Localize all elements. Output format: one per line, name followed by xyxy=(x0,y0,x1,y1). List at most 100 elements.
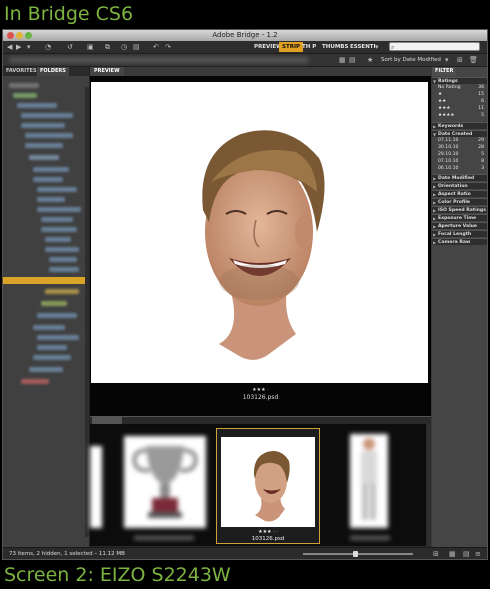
open-recent-icon[interactable]: ◷ xyxy=(121,43,127,51)
tree-item[interactable] xyxy=(49,257,77,262)
tree-item[interactable] xyxy=(33,167,69,172)
tree-item[interactable] xyxy=(33,177,63,182)
tree-item[interactable] xyxy=(41,217,73,222)
rotate-icon[interactable]: ↺ xyxy=(67,43,73,51)
filter-row[interactable]: No Rating 36 xyxy=(432,85,487,91)
tree-item[interactable] xyxy=(21,379,49,384)
tree-item[interactable] xyxy=(37,313,77,318)
filter-header-aspect-ratio[interactable]: ▶ Aspect Ratio xyxy=(432,190,487,197)
thumbnail-selected[interactable]: ★★★ · · 103126.psd xyxy=(216,428,320,544)
tab-content[interactable] xyxy=(92,417,122,424)
view-grid-icon[interactable]: ▦ xyxy=(449,548,456,559)
collapse-triangle-icon: ▶ xyxy=(433,184,437,189)
search-input[interactable]: ⌕ xyxy=(389,42,480,51)
breadcrumb[interactable] xyxy=(9,57,309,63)
tree-item[interactable] xyxy=(25,133,73,138)
filter-header-exposure-time[interactable]: ▶ Exposure Time xyxy=(432,214,487,221)
reveal-icon[interactable]: ◔ xyxy=(45,43,51,51)
filter-header-keywords[interactable]: ▶ Keywords xyxy=(432,122,487,129)
filter-header-orientation[interactable]: ▶ Orientation xyxy=(432,182,487,189)
collapse-triangle-icon: ▶ xyxy=(433,124,437,129)
tab-folders[interactable]: FOLDERS xyxy=(37,67,69,76)
thumbnail[interactable] xyxy=(90,428,104,544)
favorite-star-icon[interactable]: ★ xyxy=(367,54,373,66)
new-folder-icon[interactable]: ⊞ xyxy=(457,54,463,66)
filter-header-date-created[interactable]: ▼ Date Created xyxy=(432,130,487,137)
tree-item[interactable] xyxy=(9,83,39,88)
workspace-menu-icon[interactable]: ▾ xyxy=(375,43,379,51)
thumbnail[interactable] xyxy=(326,428,410,544)
filter-row[interactable]: ★★★★ 5 xyxy=(432,113,487,119)
filter-header-camera-raw[interactable]: ▶ Camera Raw xyxy=(432,238,487,245)
workspace-essentials[interactable]: ESSENTI xyxy=(347,42,379,52)
refine-icon[interactable]: ⧉ xyxy=(105,43,110,51)
tree-item[interactable] xyxy=(33,355,71,360)
tree-item[interactable] xyxy=(45,247,79,252)
tree-item[interactable] xyxy=(29,367,63,372)
tree-item[interactable] xyxy=(17,103,57,108)
filter-header-focal-length[interactable]: ▶ Focal Length xyxy=(432,230,487,237)
filter-row[interactable]: ★★ 6 xyxy=(432,99,487,105)
collapse-triangle-icon: ▶ xyxy=(433,232,437,237)
filter-header-color-profile[interactable]: ▶ Color Profile xyxy=(432,198,487,205)
view-grid-icon[interactable]: ▦ xyxy=(339,54,346,66)
tree-item[interactable] xyxy=(37,345,67,350)
back-arrow-icon[interactable]: ◀ xyxy=(7,43,12,51)
chevron-down-icon[interactable]: ▾ xyxy=(27,43,31,51)
output-icon[interactable]: ▤ xyxy=(133,43,140,51)
forward-arrow-icon[interactable]: ▶ xyxy=(16,43,21,51)
filter-header-ratings[interactable]: ▼ Ratings xyxy=(432,77,487,84)
collapse-triangle-icon: ▶ xyxy=(433,208,437,213)
tab-filter[interactable]: FILTER xyxy=(432,67,457,76)
tree-item[interactable] xyxy=(45,237,71,242)
folder-tree[interactable] xyxy=(3,77,89,547)
lock-icon[interactable]: ⊞ xyxy=(433,548,439,559)
filter-header-aperture-value[interactable]: ▶ Aperture Value xyxy=(432,222,487,229)
tree-item[interactable] xyxy=(37,335,79,340)
tree-item[interactable] xyxy=(37,187,77,192)
tab-favorites[interactable]: FAVORITES xyxy=(3,67,40,76)
tree-item[interactable] xyxy=(29,155,59,160)
preview-rating[interactable]: ★★★ · xyxy=(90,387,431,394)
tree-item[interactable] xyxy=(49,267,79,272)
filter-row[interactable]: 30.10.10 28 xyxy=(432,145,487,151)
tree-item[interactable] xyxy=(21,123,65,128)
sort-order-icon[interactable]: ▾ xyxy=(445,54,449,66)
trophy-image xyxy=(124,436,206,528)
tree-item[interactable] xyxy=(33,325,65,330)
filter-row[interactable]: 07.10.10 8 xyxy=(432,159,487,165)
redo-icon[interactable]: ↷ xyxy=(165,43,171,51)
filter-row[interactable]: 29.10.10 5 xyxy=(432,152,487,158)
strip-scrollbar[interactable] xyxy=(426,424,431,547)
slider-handle[interactable] xyxy=(353,551,358,557)
workspace-thp[interactable]: TH P xyxy=(299,42,319,52)
trash-icon[interactable]: 🗑 xyxy=(469,54,478,66)
tree-item[interactable] xyxy=(41,301,67,306)
tree-item[interactable] xyxy=(13,93,37,98)
view-list-icon[interactable]: ▤ xyxy=(349,54,356,66)
tree-item[interactable] xyxy=(37,197,65,202)
tree-item-selected[interactable] xyxy=(3,277,87,284)
thumbnail[interactable] xyxy=(110,428,228,544)
thumbnail-rating[interactable]: ★★★ · · xyxy=(217,529,319,535)
tree-item[interactable] xyxy=(45,289,79,294)
tree-item[interactable] xyxy=(37,207,81,212)
tree-item[interactable] xyxy=(21,113,73,118)
undo-icon[interactable]: ↶ xyxy=(153,43,159,51)
thumbnail-size-slider[interactable] xyxy=(303,553,413,555)
filter-row[interactable]: 06.10.10 3 xyxy=(432,166,487,172)
filter-row[interactable]: ★ 15 xyxy=(432,92,487,98)
view-list-icon[interactable]: ≡ xyxy=(475,548,481,559)
view-details-icon[interactable]: ▤ xyxy=(463,548,470,559)
filter-header-date-modified[interactable]: ▶ Date Modified xyxy=(432,174,487,181)
preview-image[interactable] xyxy=(91,82,428,383)
camera-icon[interactable]: ▣ xyxy=(87,43,94,51)
sort-menu[interactable]: Sort by Date Modified xyxy=(381,54,441,66)
tree-item[interactable] xyxy=(25,143,63,148)
tree-item[interactable] xyxy=(41,227,77,232)
tab-preview[interactable]: PREVIEW xyxy=(90,67,124,76)
folder-scrollbar[interactable] xyxy=(85,87,89,537)
filter-row[interactable]: 07.11.10 29 xyxy=(432,138,487,144)
filter-header-iso[interactable]: ▶ ISO Speed Ratings xyxy=(432,206,487,213)
filter-row[interactable]: ★★★ 11 xyxy=(432,106,487,112)
